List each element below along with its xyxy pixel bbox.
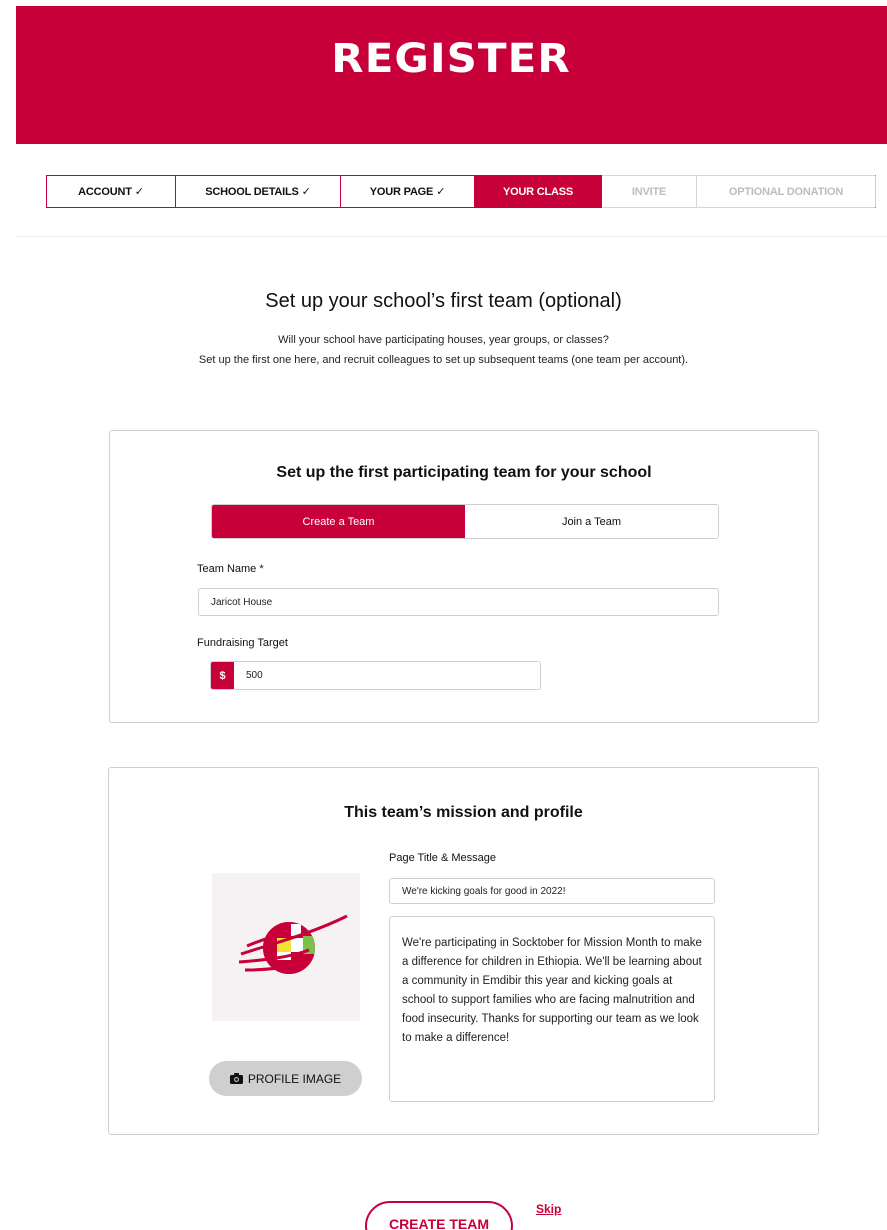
team-setup-title: Set up the first participating team for … <box>276 464 652 481</box>
registration-steps: ACCOUNT ✓ SCHOOL DETAILS ✓ YOUR PAGE ✓ YOUR… <box>46 175 876 208</box>
create-team-tab[interactable]: Create a Team <box>212 505 465 538</box>
intro-line-2: Set up the first one here, and recruit c… <box>198 354 689 366</box>
team-mode-toggle: Create a Team Join a Team <box>211 504 719 539</box>
step-label: YOUR CLASS <box>502 185 574 198</box>
intro-text: Will your school have participating hous… <box>0 330 887 370</box>
step-label: ACCOUNT <box>78 185 132 198</box>
section-heading: Set up your school’s first team (optiona… <box>265 290 622 312</box>
page-title: REGISTER <box>331 36 572 82</box>
team-name-label: Team Name * <box>197 563 264 575</box>
step-label: OPTIONAL DONATION <box>728 185 844 198</box>
check-icon: ✓ <box>301 186 311 198</box>
step-invite: INVITE <box>602 175 697 208</box>
join-team-tab[interactable]: Join a Team <box>465 505 718 538</box>
team-name-input[interactable]: Jaricot House <box>198 588 719 616</box>
step-label: INVITE <box>631 185 667 198</box>
step-school-details[interactable]: SCHOOL DETAILS ✓ <box>176 176 341 207</box>
team-setup-card: Set up the first participating team for … <box>109 430 819 723</box>
globe-logo-icon <box>238 914 348 974</box>
register-banner: REGISTER <box>16 6 887 144</box>
check-icon: ✓ <box>134 186 144 198</box>
currency-symbol: $ <box>211 662 234 689</box>
intro-line-1: Will your school have participating hous… <box>278 334 609 346</box>
step-label: SCHOOL DETAILS <box>205 185 299 198</box>
fundraising-target-label: Fundraising Target <box>197 637 288 649</box>
profile-image-label: PROFILE IMAGE <box>247 1071 342 1086</box>
mission-profile-title: This team’s mission and profile <box>344 804 583 821</box>
message-textarea[interactable]: We're participating in Socktober for Mis… <box>389 916 715 1102</box>
step-your-class[interactable]: YOUR CLASS <box>475 176 602 207</box>
profile-image-button[interactable]: PROFILE IMAGE <box>209 1061 362 1096</box>
divider <box>16 236 887 237</box>
fundraising-target-input[interactable]: 500 <box>234 662 540 689</box>
camera-icon <box>229 1073 243 1084</box>
step-optional-donation: OPTIONAL DONATION <box>697 175 875 208</box>
page-title-input[interactable]: We're kicking goals for good in 2022! <box>389 878 715 904</box>
mission-profile-card: This team’s mission and profile PROFILE … <box>108 767 819 1135</box>
fundraising-target-field: $ 500 <box>210 661 541 690</box>
skip-link[interactable]: Skip <box>536 1202 561 1216</box>
page-title-label: Page Title & Message <box>389 852 497 864</box>
step-account[interactable]: ACCOUNT ✓ <box>47 176 176 207</box>
step-label: YOUR PAGE <box>369 185 434 198</box>
team-profile-image <box>212 873 360 1021</box>
step-your-page[interactable]: YOUR PAGE ✓ <box>341 176 475 207</box>
create-team-button[interactable]: CREATE TEAM <box>365 1201 513 1230</box>
check-icon: ✓ <box>436 186 446 198</box>
